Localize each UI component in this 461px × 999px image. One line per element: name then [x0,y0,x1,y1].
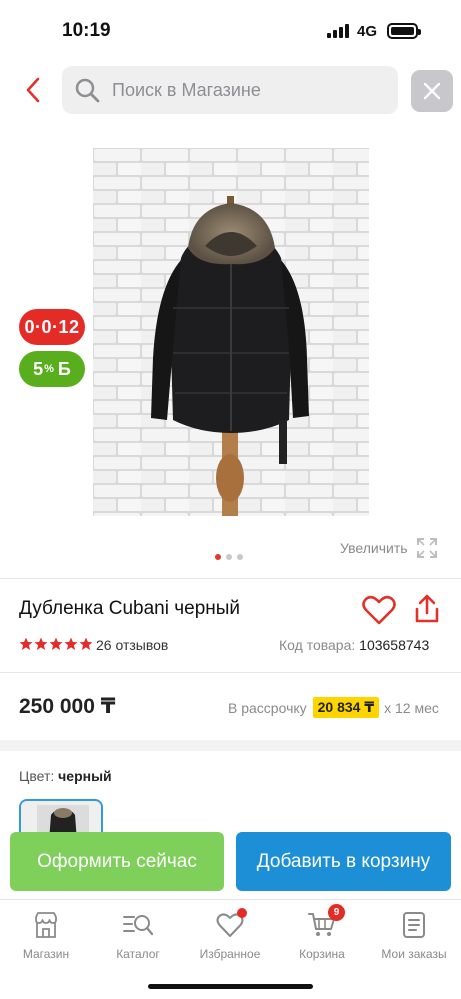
order-now-button[interactable]: Оформить сейчас [10,832,224,891]
status-time: 10:19 [62,20,111,41]
color-selector-label: Цвет: черный [19,768,112,784]
product-title: Дубленка Cubani черный [19,598,241,619]
star-icon [64,637,78,650]
star-icon [34,637,48,650]
tab-favorites[interactable]: Избранное [184,908,276,961]
tab-cart[interactable]: 9 Корзина [276,904,368,961]
star-icon [19,637,33,650]
bonus-currency: Б [57,358,71,379]
color-label: Цвет: [19,768,55,784]
reviews-link[interactable]: 26 отзывов [96,637,168,653]
zoom-button[interactable]: Увеличить [340,537,438,559]
search-placeholder: Поиск в Магазине [112,80,261,100]
installment-term: х 12 мес [384,699,439,716]
search-icon [75,78,100,103]
favorite-button[interactable] [362,595,396,630]
notification-dot [237,908,247,918]
divider [0,578,461,579]
product-code-label: Код товара: [279,637,356,653]
installment-amount: 20 834 ₸ [312,697,380,718]
gallery-dot[interactable] [226,554,232,560]
product-image[interactable] [93,148,369,516]
product-code-value: 103658743 [359,637,430,653]
share-icon [415,594,439,623]
expand-icon [416,538,437,558]
product-code: Код товара: 103658743 [279,637,429,653]
rating-stars [19,637,93,651]
network-type: 4G [357,23,378,40]
gallery-pagination [215,554,243,560]
tab-label: Каталог [116,947,160,961]
chevron-left-icon [26,77,40,103]
tab-label: Корзина [299,947,345,961]
zoom-label: Увеличить [340,540,408,556]
bonus-badge: 5% Б [19,351,85,387]
star-icon [79,637,93,650]
signal-icon [327,24,349,38]
share-button[interactable] [413,593,441,630]
back-button[interactable] [18,74,48,106]
home-indicator [148,984,313,989]
installment-info[interactable]: В рассрочку 20 834 ₸ х 12 мес [228,697,439,718]
gallery-dot[interactable] [215,554,221,560]
tab-label: Избранное [199,947,261,961]
tab-shop[interactable]: Магазин [0,910,92,961]
close-icon [423,82,441,100]
tab-label: Магазин [22,947,70,961]
bonus-percent: % [44,363,54,375]
star-icon [49,637,63,650]
divider [0,672,461,673]
bonus-value: 5 [33,358,44,379]
cart-count-badge: 9 [328,904,345,921]
search-input[interactable]: Поиск в Магазине [62,66,398,114]
battery-icon [387,23,421,39]
timer-badge: 0·0·12 [19,309,85,345]
heart-icon [362,595,396,625]
status-bar: 10:19 4G [0,0,461,60]
product-price: 250 000 ₸ [19,695,116,718]
orders-icon [403,912,425,938]
section-gap [0,740,461,751]
shop-icon [35,912,57,938]
installment-label: В рассрочку [228,699,307,716]
clear-search-button[interactable] [411,70,453,112]
gallery-dot[interactable] [237,554,243,560]
color-value: черный [58,768,112,784]
tab-orders[interactable]: Мои заказы [368,910,460,961]
tab-catalog[interactable]: Каталог [92,910,184,961]
catalog-search-icon [123,915,154,936]
tab-label: Мои заказы [381,947,447,961]
product-photo-jacket [93,148,369,516]
add-to-cart-button[interactable]: Добавить в корзину [236,832,451,891]
